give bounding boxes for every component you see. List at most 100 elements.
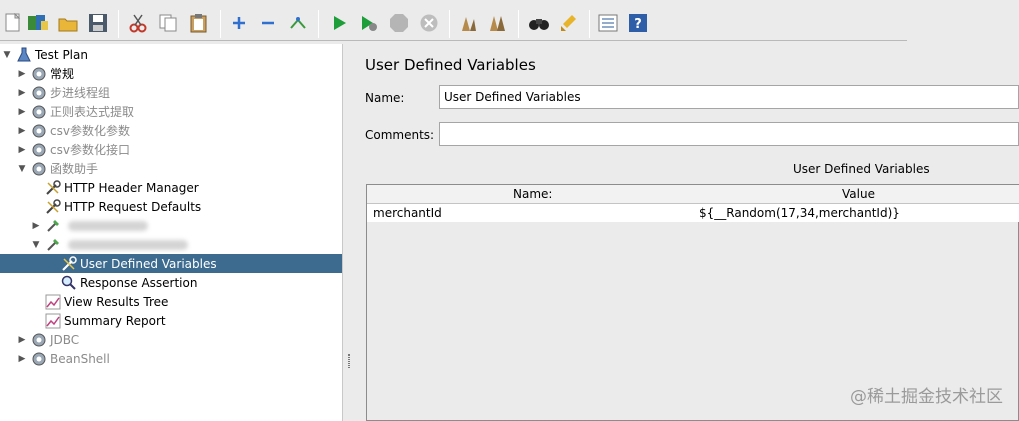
clear-icon[interactable] bbox=[457, 12, 479, 34]
stop-icon[interactable] bbox=[388, 12, 410, 34]
test-plan-tree: ▼ Test Plan ▶ 常规 ▶ 步进线程组 ▶ 正则表达式提取 ▶ csv… bbox=[0, 44, 342, 421]
page-title: User Defined Variables bbox=[365, 56, 536, 74]
section-title: User Defined Variables bbox=[793, 162, 930, 176]
comments-label: Comments: bbox=[365, 128, 435, 142]
tree-item-user-defined-variables[interactable]: User Defined Variables bbox=[0, 254, 342, 273]
test-plan-icon bbox=[16, 47, 32, 63]
collapsed-arrow-icon[interactable]: ▶ bbox=[17, 145, 27, 155]
comments-field[interactable] bbox=[439, 122, 1019, 146]
table-header: Name: Value bbox=[367, 185, 1019, 204]
function-helper-icon[interactable] bbox=[597, 12, 619, 34]
start-no-pause-icon[interactable] bbox=[358, 12, 380, 34]
collapse-icon[interactable] bbox=[257, 12, 279, 34]
panel-splitter[interactable] bbox=[342, 44, 353, 421]
tree-item-thread-group[interactable]: ▶ 常规 bbox=[0, 64, 342, 83]
start-icon[interactable] bbox=[328, 12, 350, 34]
redacted-label bbox=[68, 220, 148, 231]
pipette-icon bbox=[45, 237, 61, 253]
expanded-arrow-icon[interactable]: ▼ bbox=[17, 164, 27, 174]
redacted-label bbox=[68, 239, 188, 250]
name-field[interactable] bbox=[439, 85, 1019, 109]
tree-item-label: 步进线程组 bbox=[50, 86, 111, 100]
svg-text:?: ? bbox=[634, 17, 642, 32]
gear-icon bbox=[31, 161, 47, 177]
expanded-arrow-icon[interactable]: ▼ bbox=[2, 50, 12, 60]
splitter-grip[interactable] bbox=[348, 354, 350, 368]
tree-item-http-request-defaults[interactable]: HTTP Request Defaults bbox=[0, 197, 342, 216]
wrench-icon bbox=[61, 255, 77, 272]
tree-item-view-results-tree[interactable]: View Results Tree bbox=[0, 292, 342, 311]
tree-item-label: 正则表达式提取 bbox=[50, 105, 135, 119]
variable-name-cell[interactable]: merchantId bbox=[373, 206, 442, 220]
tree-item-http-header-manager[interactable]: HTTP Header Manager bbox=[0, 178, 342, 197]
tree-item-label: Summary Report bbox=[64, 313, 166, 328]
magnifier-icon bbox=[61, 275, 77, 291]
collapsed-arrow-icon[interactable]: ▶ bbox=[17, 69, 27, 79]
collapsed-arrow-icon[interactable]: ▶ bbox=[17, 107, 27, 117]
tree-item-label: csv参数化参数 bbox=[50, 124, 130, 138]
wrench-icon bbox=[45, 198, 61, 215]
name-label: Name: bbox=[365, 91, 405, 105]
open-icon[interactable] bbox=[57, 12, 79, 34]
tree-item-thread-group[interactable]: ▶ BeanShell bbox=[0, 349, 342, 368]
templates-icon[interactable] bbox=[27, 12, 49, 34]
tree-item-label: User Defined Variables bbox=[80, 256, 217, 271]
tree-item-sampler[interactable]: ▶ bbox=[0, 216, 342, 235]
tree-item-test-plan[interactable]: ▼ Test Plan bbox=[0, 45, 342, 64]
tree-item-thread-group[interactable]: ▶ csv参数化参数 bbox=[0, 121, 342, 140]
copy-icon[interactable] bbox=[157, 12, 179, 34]
tree-item-label: 常规 bbox=[50, 67, 75, 81]
collapsed-arrow-icon[interactable]: ▶ bbox=[17, 88, 27, 98]
tree-item-thread-group[interactable]: ▼ 函数助手 bbox=[0, 159, 342, 178]
gear-icon bbox=[31, 332, 47, 348]
tree-item-summary-report[interactable]: Summary Report bbox=[0, 311, 342, 330]
tree-item-label: csv参数化接口 bbox=[50, 143, 130, 157]
paste-icon[interactable] bbox=[188, 12, 210, 34]
gear-icon bbox=[31, 142, 47, 158]
expanded-arrow-icon[interactable]: ▼ bbox=[31, 240, 41, 250]
column-header-value[interactable]: Value bbox=[842, 187, 875, 201]
graph-icon bbox=[45, 313, 61, 329]
new-icon[interactable] bbox=[2, 12, 24, 34]
expand-icon[interactable] bbox=[228, 12, 250, 34]
pipette-icon bbox=[45, 218, 61, 234]
save-icon[interactable] bbox=[87, 12, 109, 34]
tree-item-thread-group[interactable]: ▶ 步进线程组 bbox=[0, 83, 342, 102]
collapsed-arrow-icon[interactable]: ▶ bbox=[17, 335, 27, 345]
tree-item-label: JDBC bbox=[50, 332, 80, 347]
tree-item-thread-group[interactable]: ▶ csv参数化接口 bbox=[0, 140, 342, 159]
collapsed-arrow-icon[interactable]: ▶ bbox=[17, 126, 27, 136]
gear-icon bbox=[31, 123, 47, 139]
gear-icon bbox=[31, 351, 47, 367]
collapsed-arrow-icon[interactable]: ▶ bbox=[17, 354, 27, 364]
collapsed-arrow-icon[interactable]: ▶ bbox=[31, 221, 41, 231]
reset-search-icon[interactable] bbox=[558, 12, 580, 34]
tree-item-label: 函数助手 bbox=[50, 162, 99, 176]
cut-icon[interactable] bbox=[127, 12, 149, 34]
search-icon[interactable] bbox=[528, 12, 550, 34]
gear-icon bbox=[31, 85, 47, 101]
help-icon[interactable]: ? bbox=[627, 12, 649, 34]
table-row[interactable]: merchantId ${__Random(17,34,merchantId)} bbox=[367, 204, 1019, 222]
gear-icon bbox=[31, 104, 47, 120]
wrench-icon bbox=[45, 179, 61, 196]
tree-item-thread-group[interactable]: ▶ 正则表达式提取 bbox=[0, 102, 342, 121]
element-config-panel: User Defined Variables Name: Comments: U… bbox=[353, 44, 1019, 421]
tree-item-label: Test Plan bbox=[35, 47, 88, 62]
toggle-icon[interactable] bbox=[287, 12, 309, 34]
watermark: @稀土掘金技术社区 bbox=[850, 387, 1003, 407]
shutdown-icon[interactable] bbox=[418, 12, 440, 34]
tree-item-label: View Results Tree bbox=[64, 294, 169, 309]
tree-item-response-assertion[interactable]: Response Assertion bbox=[0, 273, 342, 292]
graph-icon bbox=[45, 294, 61, 310]
clear-all-icon[interactable] bbox=[487, 12, 509, 34]
tree-item-label: HTTP Request Defaults bbox=[64, 199, 202, 214]
variable-value-cell[interactable]: ${__Random(17,34,merchantId)} bbox=[699, 206, 900, 220]
tree-item-thread-group[interactable]: ▶ JDBC bbox=[0, 330, 342, 349]
tree-item-label: HTTP Header Manager bbox=[64, 180, 199, 195]
column-header-name[interactable]: Name: bbox=[513, 187, 552, 201]
gear-icon bbox=[31, 66, 47, 82]
tree-item-label: BeanShell bbox=[50, 351, 110, 366]
tree-item-label: Response Assertion bbox=[80, 275, 198, 290]
tree-item-sampler[interactable]: ▼ bbox=[0, 235, 342, 254]
